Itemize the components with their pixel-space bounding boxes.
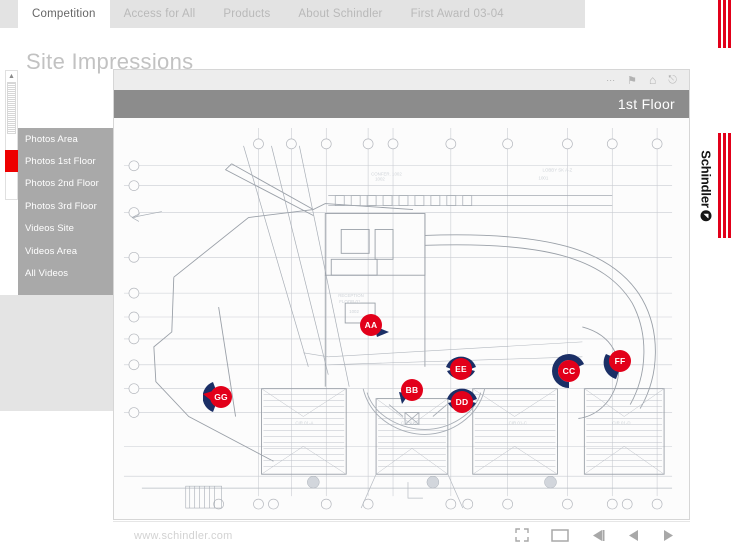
photo-marker-label: CC [558, 360, 580, 382]
photo-marker-DD[interactable]: DD [447, 388, 477, 413]
sidebar-item-all-videos[interactable]: All Videos [18, 262, 118, 284]
photo-marker-label: AA [360, 314, 382, 336]
sidebar-item-videos-site[interactable]: Videos Site [18, 218, 118, 240]
triangle-left-icon [629, 529, 638, 541]
nav-tab-access-for-all[interactable]: Access for All [109, 0, 210, 28]
nav-tab-first-award[interactable]: First Award 03-04 [396, 0, 518, 28]
floor-label: 1st Floor [617, 96, 675, 112]
photo-marker-label: GG [210, 386, 232, 408]
sidebar-item-label: Videos Area [25, 245, 78, 257]
floorplan-viewer: ⋯ ⚑ ⌂ ⎋ 1st Floor LOBBY SK A-Z CONFER. 1… [113, 69, 690, 520]
photo-marker-AA[interactable]: AA [360, 314, 389, 337]
sidebar-item-photos-3rd-floor[interactable]: Photos 3rd Floor [18, 195, 118, 217]
footer-divider [113, 521, 690, 522]
sidebar-lower-panel [0, 295, 118, 411]
fit-screen-button[interactable] [551, 528, 569, 542]
nav-tab-label: Competition [32, 8, 96, 20]
logo-wordmark: Schindler [698, 149, 714, 208]
previous-button[interactable] [627, 529, 640, 542]
app-root: Competition Access for All Products Abou… [0, 0, 735, 551]
sidebar-item-label: Photos 2nd Floor [25, 178, 99, 190]
nav-tab-label: First Award 03-04 [410, 8, 504, 20]
nav-tab-label: Access for All [123, 8, 196, 20]
svg-text:CIR 01-B: CIR 01-B [401, 420, 419, 425]
sidebar-item-photos-1st-floor[interactable]: Photos 1st Floor [18, 150, 118, 172]
photo-marker-BB[interactable]: BB [399, 379, 423, 404]
floorplan-drawing: LOBBY SK A-Z CONFER. 1002 1002 RECEPTION… [123, 127, 673, 510]
step-back-button[interactable] [591, 529, 605, 542]
floor-title-bar: 1st Floor [114, 90, 689, 118]
sidebar-item-photos-area[interactable]: Photos Area [18, 128, 118, 150]
nav-left-pad [0, 0, 18, 28]
next-button[interactable] [662, 529, 675, 542]
home-icon[interactable]: ⌂ [649, 73, 656, 87]
photo-marker-EE[interactable]: EE [446, 356, 476, 380]
svg-text:1001: 1001 [539, 176, 549, 181]
expand-arrows-icon [515, 528, 529, 542]
photo-marker-label: BB [401, 379, 423, 401]
sidebar-item-label: Photos Area [25, 133, 78, 145]
photo-marker-label: DD [451, 391, 473, 413]
floorplan-canvas[interactable]: LOBBY SK A-Z CONFER. 1002 1002 RECEPTION… [114, 118, 689, 519]
footer-website-url[interactable]: www.schindler.com [134, 530, 233, 542]
sidebar-item-label: Photos 3rd Floor [25, 200, 97, 212]
svg-text:CIR 01-A: CIR 01-A [295, 420, 313, 425]
sidebar-item-label: Photos 1st Floor [25, 156, 96, 168]
nav-tab-about-schindler[interactable]: About Schindler [284, 0, 397, 28]
fullscreen-button[interactable] [515, 528, 529, 542]
svg-text:1002: 1002 [349, 309, 359, 314]
sidebar-menu: Photos Area Photos 1st Floor Photos 2nd … [18, 128, 118, 295]
scroll-up-icon[interactable]: ▲ [6, 71, 17, 81]
schindler-circle-mark-icon [700, 210, 712, 222]
svg-text:1002: 1002 [375, 177, 385, 182]
scrollbar-position-marker [5, 150, 18, 172]
viewer-toolbar: ⋯ ⚑ ⌂ ⎋ [114, 70, 689, 90]
photo-marker-FF[interactable]: FF [603, 350, 631, 379]
triangle-right-icon [664, 529, 673, 541]
dots-icon[interactable]: ⋯ [606, 75, 615, 86]
svg-text:FLOOR 01: FLOOR 01 [339, 299, 361, 304]
photo-marker-GG[interactable]: GG [203, 382, 232, 412]
nav-tab-label: About Schindler [298, 8, 383, 20]
power-icon[interactable]: ⎋ [668, 74, 677, 87]
main-navigation: Competition Access for All Products Abou… [0, 0, 585, 28]
nav-tab-products[interactable]: Products [209, 0, 285, 28]
sidebar-item-label: All Videos [25, 268, 69, 280]
svg-text:CIR 01-D: CIR 01-D [612, 420, 630, 425]
photo-marker-label: EE [450, 358, 472, 380]
photo-marker-label: FF [609, 350, 631, 372]
photo-marker-CC[interactable]: CC [552, 354, 584, 388]
scrollbar[interactable]: ▲ [5, 70, 18, 200]
rectangle-icon [551, 528, 569, 542]
sidebar-item-photos-2nd-floor[interactable]: Photos 2nd Floor [18, 173, 118, 195]
svg-text:CIR 01-C: CIR 01-C [509, 420, 527, 425]
svg-text:RECEPTION: RECEPTION [338, 293, 364, 298]
svg-text:LOBBY SK A-Z: LOBBY SK A-Z [543, 168, 573, 173]
player-controls [515, 524, 675, 546]
scrollbar-thumb[interactable] [7, 82, 16, 134]
sidebar-item-label: Videos Site [25, 223, 74, 235]
prev-frame-icon [593, 529, 605, 541]
brand-stripes-logo [717, 133, 735, 238]
schindler-logo: Schindler [695, 128, 717, 243]
brand-stripes-top [717, 0, 735, 48]
flag-icon[interactable]: ⚑ [627, 74, 637, 87]
nav-tab-competition[interactable]: Competition [18, 0, 110, 28]
nav-underline [0, 28, 585, 29]
nav-tab-label: Products [223, 8, 271, 20]
sidebar-item-videos-area[interactable]: Videos Area [18, 240, 118, 262]
